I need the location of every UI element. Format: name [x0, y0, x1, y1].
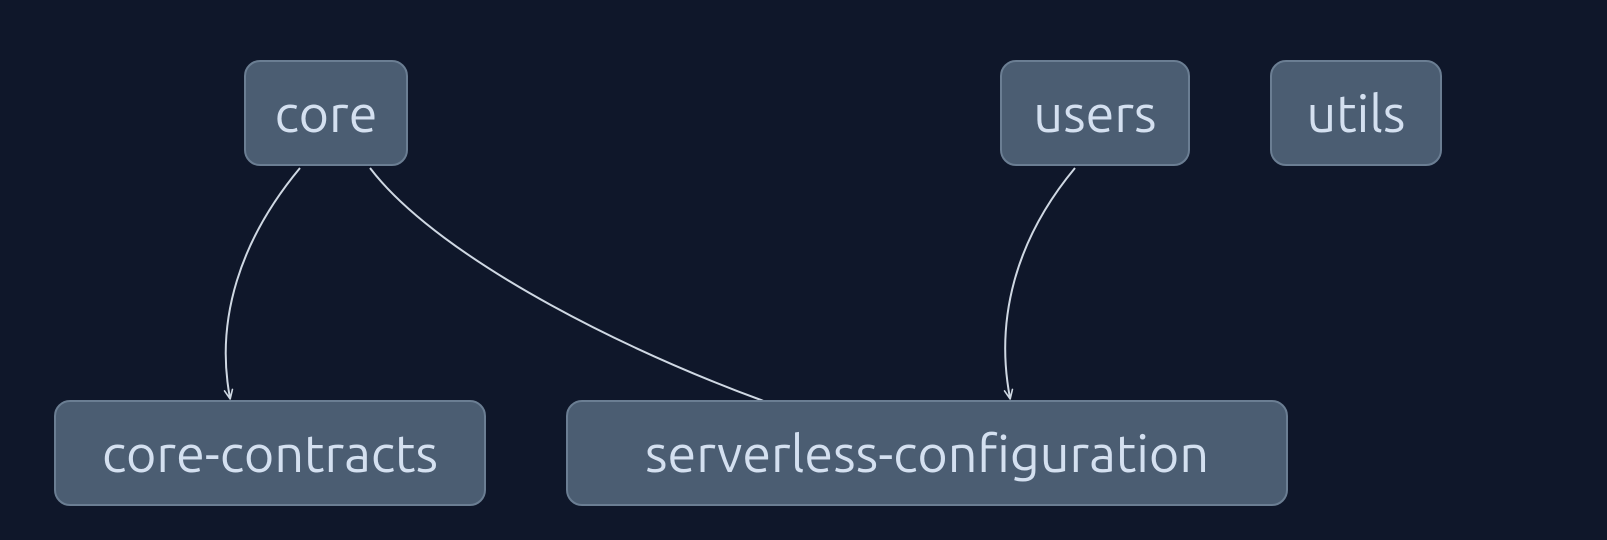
node-label: serverless-configuration — [645, 424, 1209, 482]
node-core[interactable]: core — [244, 60, 408, 166]
node-serverless-configuration[interactable]: serverless-configuration — [566, 400, 1288, 506]
edge-users-to-serverless-configuration — [1005, 168, 1075, 398]
node-label: utils — [1307, 84, 1406, 142]
edge-core-to-serverless-configuration — [370, 168, 798, 413]
edge-core-to-core-contracts — [226, 168, 300, 398]
node-label: users — [1033, 84, 1156, 142]
node-label: core-contracts — [102, 424, 438, 482]
node-core-contracts[interactable]: core-contracts — [54, 400, 486, 506]
node-utils[interactable]: utils — [1270, 60, 1442, 166]
diagram-canvas: core users utils core-contracts serverle… — [0, 0, 1607, 540]
node-users[interactable]: users — [1000, 60, 1190, 166]
node-label: core — [275, 84, 378, 142]
